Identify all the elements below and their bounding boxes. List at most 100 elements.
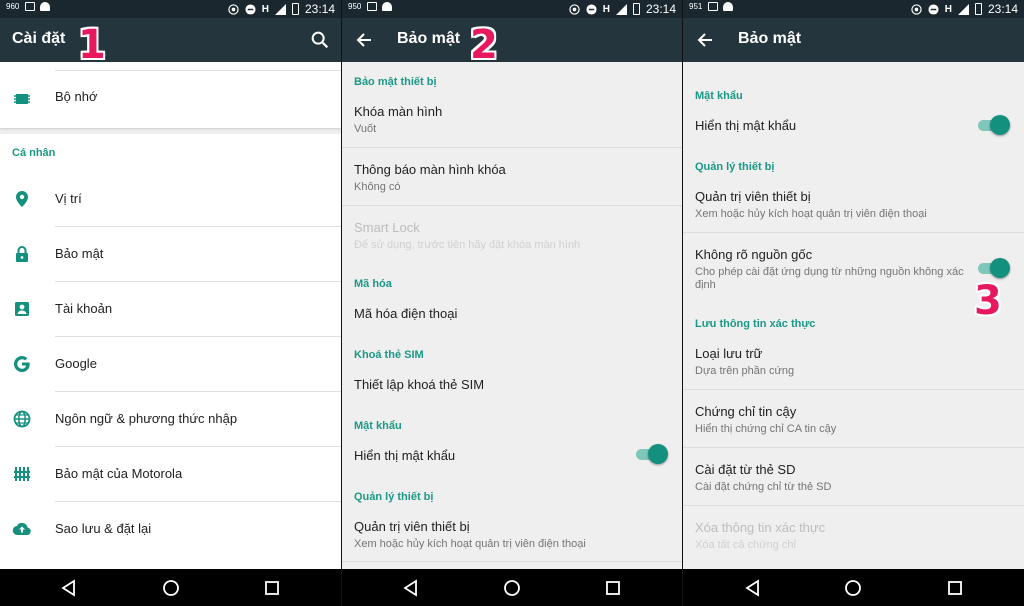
trusted-credentials-item[interactable]: Chứng chỉ tin cậy Hiển thị chứng chỉ CA … <box>695 404 1012 436</box>
network-type: H <box>944 3 952 15</box>
recents-nav-icon[interactable] <box>946 579 964 597</box>
clear-credentials-item: Xóa thông tin xác thực Xóa tất cả chứng … <box>695 520 1012 552</box>
do-not-disturb-icon <box>928 3 939 15</box>
item-subtitle: Vuốt <box>354 123 377 135</box>
status-bar: 951 H 23:14 <box>683 0 1024 18</box>
install-from-sd-item[interactable]: Cài đặt từ thẻ SD Cài đặt chứng chỉ từ t… <box>695 462 1012 494</box>
screen-lock-item[interactable]: Khóa màn hình Vuốt <box>354 104 670 136</box>
back-nav-icon[interactable] <box>60 579 78 597</box>
android-icon <box>40 2 50 11</box>
item-title: Không rõ nguồn gốc <box>695 247 813 262</box>
settings-item-label: Bộ nhớ <box>55 89 98 104</box>
signal-icon <box>615 3 627 15</box>
settings-item-google[interactable]: Google <box>0 337 341 392</box>
item-title: Cài đặt từ thẻ SD <box>695 462 796 477</box>
signal-icon <box>957 3 969 15</box>
unknown-sources-toggle[interactable] <box>978 258 1010 278</box>
recents-nav-icon[interactable] <box>604 579 622 597</box>
android-icon <box>723 2 733 11</box>
item-title: Smart Lock <box>354 220 420 235</box>
item-subtitle: Cho phép cài đặt ứng dụng từ những nguồn… <box>695 266 964 291</box>
section-header: Cá nhân <box>12 147 56 159</box>
storage-type-item[interactable]: Loại lưu trữ Dựa trên phần cứng <box>695 346 1012 378</box>
section-header: Quản lý thiết bị <box>695 161 775 173</box>
recents-nav-icon[interactable] <box>263 579 281 597</box>
sim-lock-item[interactable]: Thiết lập khoá thẻ SIM <box>354 377 670 392</box>
item-subtitle: Dựa trên phần cứng <box>695 365 795 377</box>
navigation-bar <box>0 569 341 606</box>
settings-screen: 960 H 23:14 Cài đặt 1 Bộ nhớ Cá nhân Vị … <box>0 0 341 606</box>
section-header: Khoá thẻ SIM <box>354 349 424 361</box>
notification-count: 960 <box>6 1 20 11</box>
search-icon[interactable] <box>309 29 331 51</box>
device-admin-item[interactable]: Quản trị viên thiết bị Xem hoặc hủy kích… <box>354 519 670 551</box>
home-nav-icon[interactable] <box>162 579 180 597</box>
do-not-disturb-icon <box>245 3 256 15</box>
back-nav-icon[interactable] <box>744 579 762 597</box>
lock-icon <box>16 246 28 262</box>
do-not-disturb-icon <box>586 3 597 15</box>
home-nav-icon[interactable] <box>844 579 862 597</box>
memory-icon <box>14 94 30 104</box>
show-password-toggle[interactable] <box>978 115 1010 135</box>
item-title: Xóa thông tin xác thực <box>695 520 826 535</box>
smart-lock-item: Smart Lock Để sử dụng, trước tiên hãy đặ… <box>354 220 670 252</box>
show-password-toggle[interactable] <box>636 444 668 464</box>
navigation-bar <box>342 569 682 606</box>
image-notification-icon <box>25 2 35 11</box>
settings-item-storage[interactable]: Bộ nhớ <box>0 72 341 127</box>
item-title: Khóa màn hình <box>354 104 443 119</box>
battery-icon <box>974 3 982 15</box>
settings-item-label: Bảo mật <box>55 246 104 261</box>
battery-icon <box>632 3 640 15</box>
clock: 23:14 <box>304 2 335 16</box>
security-screen-top: 950 H 23:14 Bảo mật 2 Bảo mật thiết bị K… <box>342 0 682 606</box>
android-icon <box>382 2 392 11</box>
account-icon <box>15 302 29 316</box>
settings-item-location[interactable]: Vị trí <box>0 172 341 227</box>
settings-item-label: Tài khoản <box>55 301 113 316</box>
lock-screen-notifications-item[interactable]: Thông báo màn hình khóa Không có <box>354 162 670 194</box>
notification-count: 951 <box>689 1 703 11</box>
settings-item-label: Bảo mật của Motorola <box>55 466 183 481</box>
settings-item-motorola-security[interactable]: Bảo mật của Motorola <box>0 447 341 502</box>
device-admin-item[interactable]: Quản trị viên thiết bị Xem hoặc hủy kích… <box>695 189 1012 221</box>
settings-item-backup[interactable]: Sao lưu & đặt lại <box>0 502 341 557</box>
image-notification-icon <box>367 2 377 11</box>
unknown-sources-item[interactable]: Không rõ nguồn gốc Cho phép cài đặt ứng … <box>695 247 964 292</box>
item-title: Thiết lập khoá thẻ SIM <box>354 377 485 392</box>
show-password-item[interactable]: Hiển thị mật khẩu <box>695 118 1012 133</box>
settings-item-accounts[interactable]: Tài khoản <box>0 282 341 337</box>
home-nav-icon[interactable] <box>503 579 521 597</box>
settings-item-label: Ngôn ngữ & phương thức nhập <box>55 411 238 426</box>
status-bar: 950 H 23:14 <box>342 0 682 18</box>
item-title: Hiển thị mật khẩu <box>695 118 797 133</box>
app-bar: Cài đặt <box>0 18 341 62</box>
settings-item-label: Sao lưu & đặt lại <box>55 521 152 536</box>
back-arrow-icon[interactable] <box>695 30 715 50</box>
show-password-item[interactable]: Hiển thị mật khẩu <box>354 448 670 463</box>
settings-item-label: Vị trí <box>55 191 82 206</box>
battery-icon <box>291 3 299 15</box>
status-bar: 960 H 23:14 <box>0 0 341 18</box>
encrypt-phone-item[interactable]: Mã hóa điện thoại <box>354 306 670 321</box>
location-icon <box>16 191 28 207</box>
clock: 23:14 <box>987 2 1018 16</box>
item-subtitle: Hiển thị chứng chỉ CA tin cậy <box>695 423 837 435</box>
settings-item-language[interactable]: Ngôn ngữ & phương thức nhập <box>0 392 341 447</box>
back-nav-icon[interactable] <box>402 579 420 597</box>
section-header: Mã hóa <box>354 278 392 290</box>
item-subtitle: Xem hoặc hủy kích hoạt quản trị viên điệ… <box>695 208 927 220</box>
section-header: Lưu thông tin xác thực <box>695 318 816 330</box>
network-type: H <box>261 3 269 15</box>
settings-item-security[interactable]: Bảo mật <box>0 227 341 282</box>
motorola-icon <box>14 467 30 481</box>
item-subtitle: Xóa tất cả chứng chỉ <box>695 539 796 551</box>
item-title: Mã hóa điện thoại <box>354 306 458 321</box>
back-arrow-icon[interactable] <box>354 30 374 50</box>
item-subtitle: Không có <box>354 181 401 193</box>
hotspot-icon <box>228 3 239 15</box>
signal-icon <box>274 3 286 15</box>
item-title: Thông báo màn hình khóa <box>354 162 506 177</box>
item-title: Quản trị viên thiết bị <box>695 189 811 204</box>
